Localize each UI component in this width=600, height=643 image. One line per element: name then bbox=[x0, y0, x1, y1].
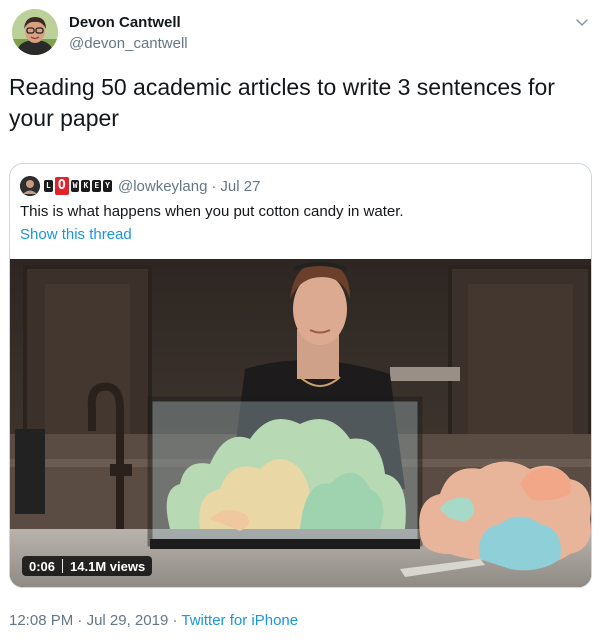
show-thread-link[interactable]: Show this thread bbox=[20, 226, 132, 243]
quoted-handle[interactable]: @lowkeylang bbox=[118, 178, 207, 195]
video-views: 14.1M views bbox=[70, 558, 146, 574]
separator: · bbox=[172, 612, 178, 629]
separator: · bbox=[211, 177, 217, 195]
logo-letter: L bbox=[44, 180, 53, 192]
avatar[interactable] bbox=[12, 9, 58, 55]
tweet-date[interactable]: Jul 29, 2019 bbox=[87, 612, 169, 629]
separator: · bbox=[77, 612, 83, 629]
video-player[interactable]: 0:06 14.1M views bbox=[10, 259, 591, 587]
author-name[interactable]: Devon Cantwell bbox=[69, 14, 181, 31]
author-handle[interactable]: @devon_cantwell bbox=[69, 35, 188, 52]
logo-letter: W bbox=[70, 180, 80, 192]
logo-letter: E bbox=[92, 180, 102, 192]
logo-letter: Y bbox=[103, 180, 112, 192]
divider bbox=[62, 559, 64, 573]
logo-letter: K bbox=[81, 180, 91, 192]
quoted-tweet-card[interactable]: L O W K E Y @lowkeylang · Jul 27 This is… bbox=[9, 163, 592, 588]
video-stats-badge: 0:06 14.1M views bbox=[22, 556, 153, 576]
tweet-time[interactable]: 12:08 PM bbox=[9, 612, 73, 629]
quoted-tweet-text: This is what happens when you put cotton… bbox=[20, 203, 404, 220]
video-frame bbox=[10, 259, 591, 587]
lowkey-logo: L O W K E Y bbox=[44, 177, 112, 195]
quoted-tweet-header: L O W K E Y @lowkeylang · Jul 27 bbox=[20, 176, 260, 196]
tweet-text: Reading 50 academic articles to write 3 … bbox=[9, 74, 555, 131]
quoted-avatar[interactable] bbox=[20, 176, 40, 196]
tweet-source[interactable]: Twitter for iPhone bbox=[181, 612, 298, 629]
logo-letter: O bbox=[54, 177, 69, 195]
video-duration: 0:06 bbox=[29, 558, 56, 574]
tweet-meta: 12:08 PM · Jul 29, 2019 · Twitter for iP… bbox=[9, 612, 298, 629]
quoted-date[interactable]: Jul 27 bbox=[220, 178, 260, 195]
chevron-down-icon[interactable] bbox=[574, 14, 590, 30]
